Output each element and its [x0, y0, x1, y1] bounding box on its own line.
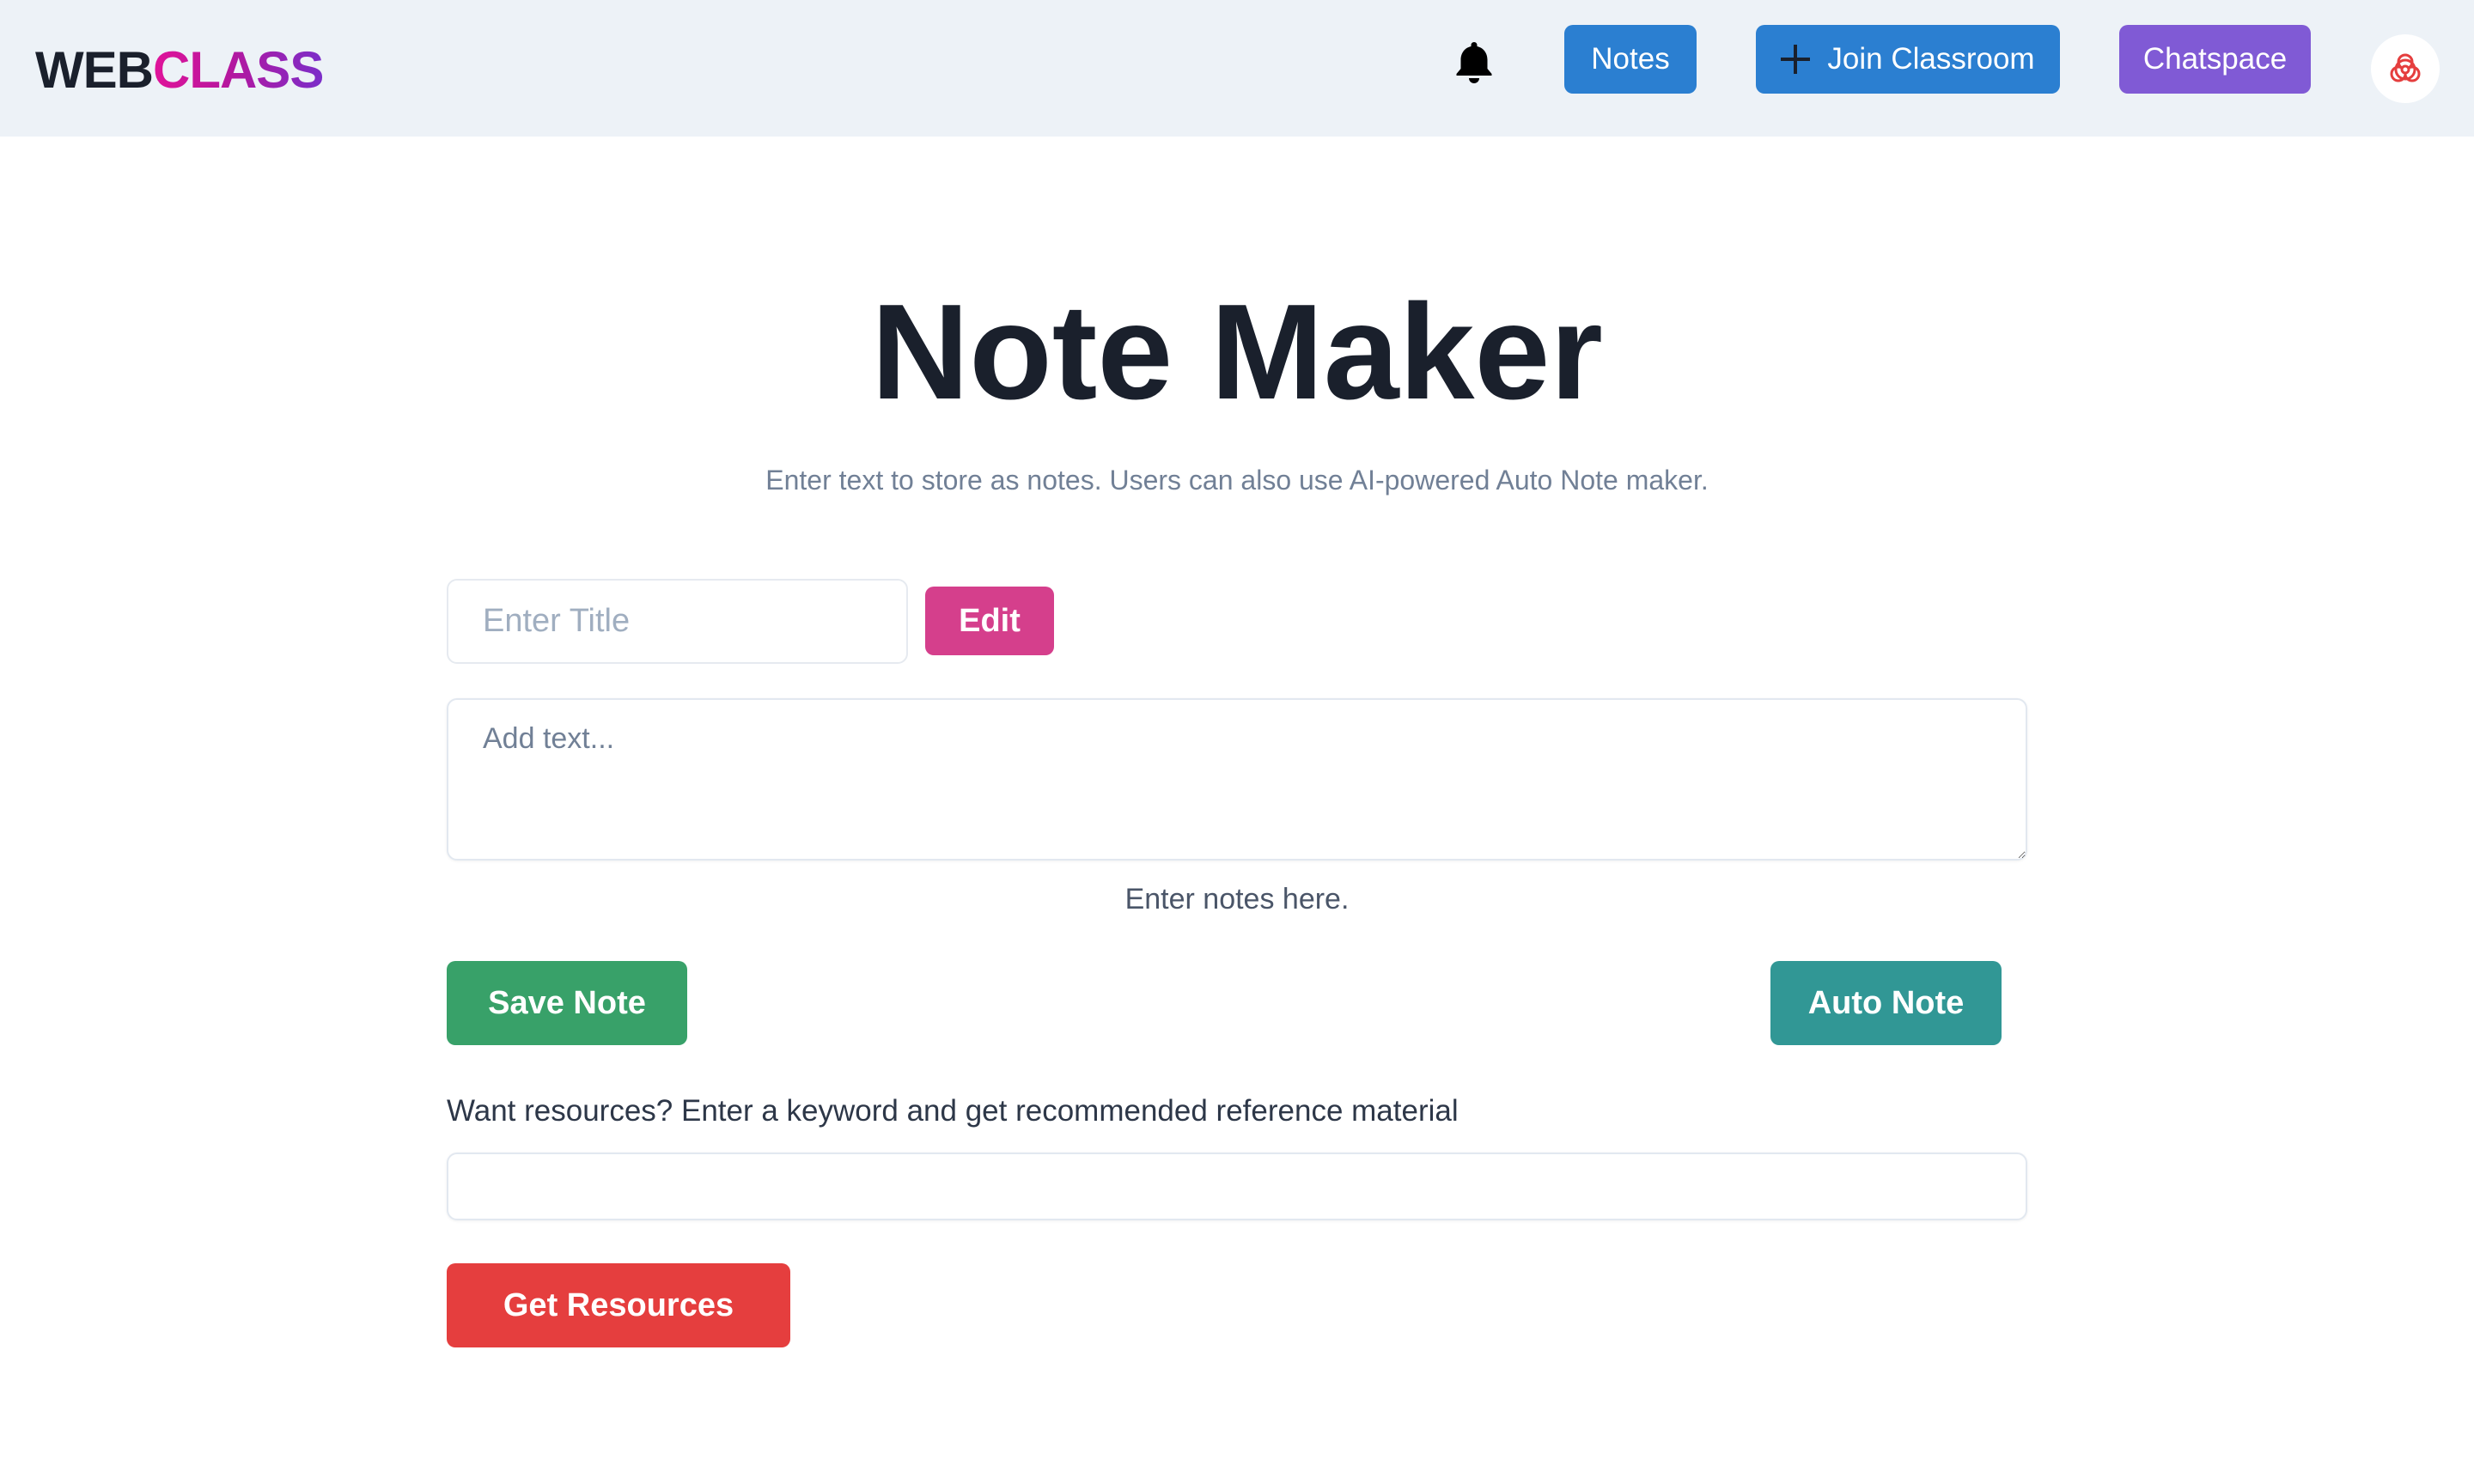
top-navbar: WEBCLASS Notes Join Classroom Chatspace [0, 0, 2474, 137]
webclass-logo[interactable]: WEBCLASS [35, 38, 324, 103]
auto-note-button[interactable]: Auto Note [1770, 961, 2002, 1045]
join-classroom-button[interactable]: Join Classroom [1756, 25, 2060, 94]
resources-label: Want resources? Enter a keyword and get … [447, 1094, 1459, 1128]
get-resources-button[interactable]: Get Resources [447, 1263, 790, 1347]
bell-icon[interactable] [1453, 40, 1496, 84]
edit-button-label: Edit [959, 602, 1021, 639]
page-subtitle: Enter text to store as notes. Users can … [765, 465, 1709, 496]
chatspace-label: Chatspace [2142, 42, 2288, 76]
get-resources-label: Get Resources [503, 1286, 734, 1323]
notes-button-label: Notes [1591, 42, 1670, 76]
avatar[interactable] [2371, 34, 2440, 103]
resources-keyword-input[interactable] [447, 1153, 2027, 1220]
page-title: Note Maker [871, 277, 1603, 428]
save-note-button[interactable]: Save Note [447, 961, 687, 1045]
notes-button[interactable]: Notes [1564, 25, 1697, 94]
chatspace-button[interactable]: Chatspace [2119, 25, 2311, 94]
logo-text-web: WEB [35, 41, 154, 99]
note-title-input[interactable] [447, 579, 908, 664]
logo-text-class: CLASS [152, 41, 324, 99]
join-classroom-label: Join Classroom [1827, 42, 2035, 76]
auto-note-label: Auto Note [1807, 984, 1965, 1021]
edit-button[interactable]: Edit [925, 587, 1054, 655]
plus-icon [1781, 45, 1811, 74]
biohazard-icon [2390, 53, 2421, 82]
notes-helper-text: Enter notes here. [1124, 883, 1350, 915]
save-note-label: Save Note [488, 984, 646, 1021]
note-text-area[interactable] [447, 698, 2027, 861]
